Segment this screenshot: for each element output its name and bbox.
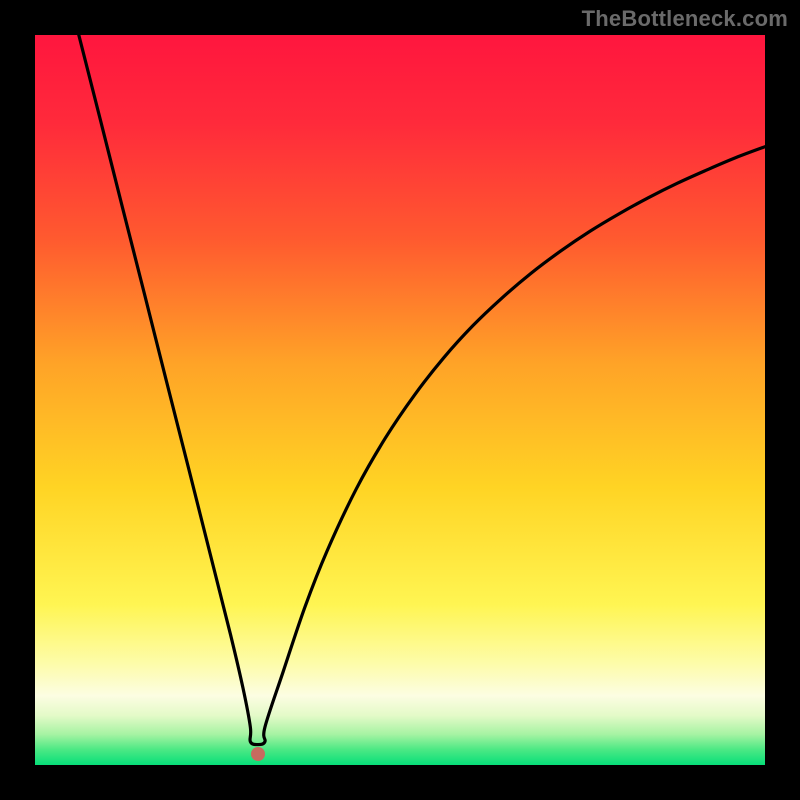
watermark-text: TheBottleneck.com bbox=[582, 6, 788, 32]
minimum-marker bbox=[251, 747, 265, 761]
background-gradient bbox=[35, 35, 765, 765]
chart-frame: TheBottleneck.com bbox=[0, 0, 800, 800]
plot-area bbox=[35, 35, 765, 765]
